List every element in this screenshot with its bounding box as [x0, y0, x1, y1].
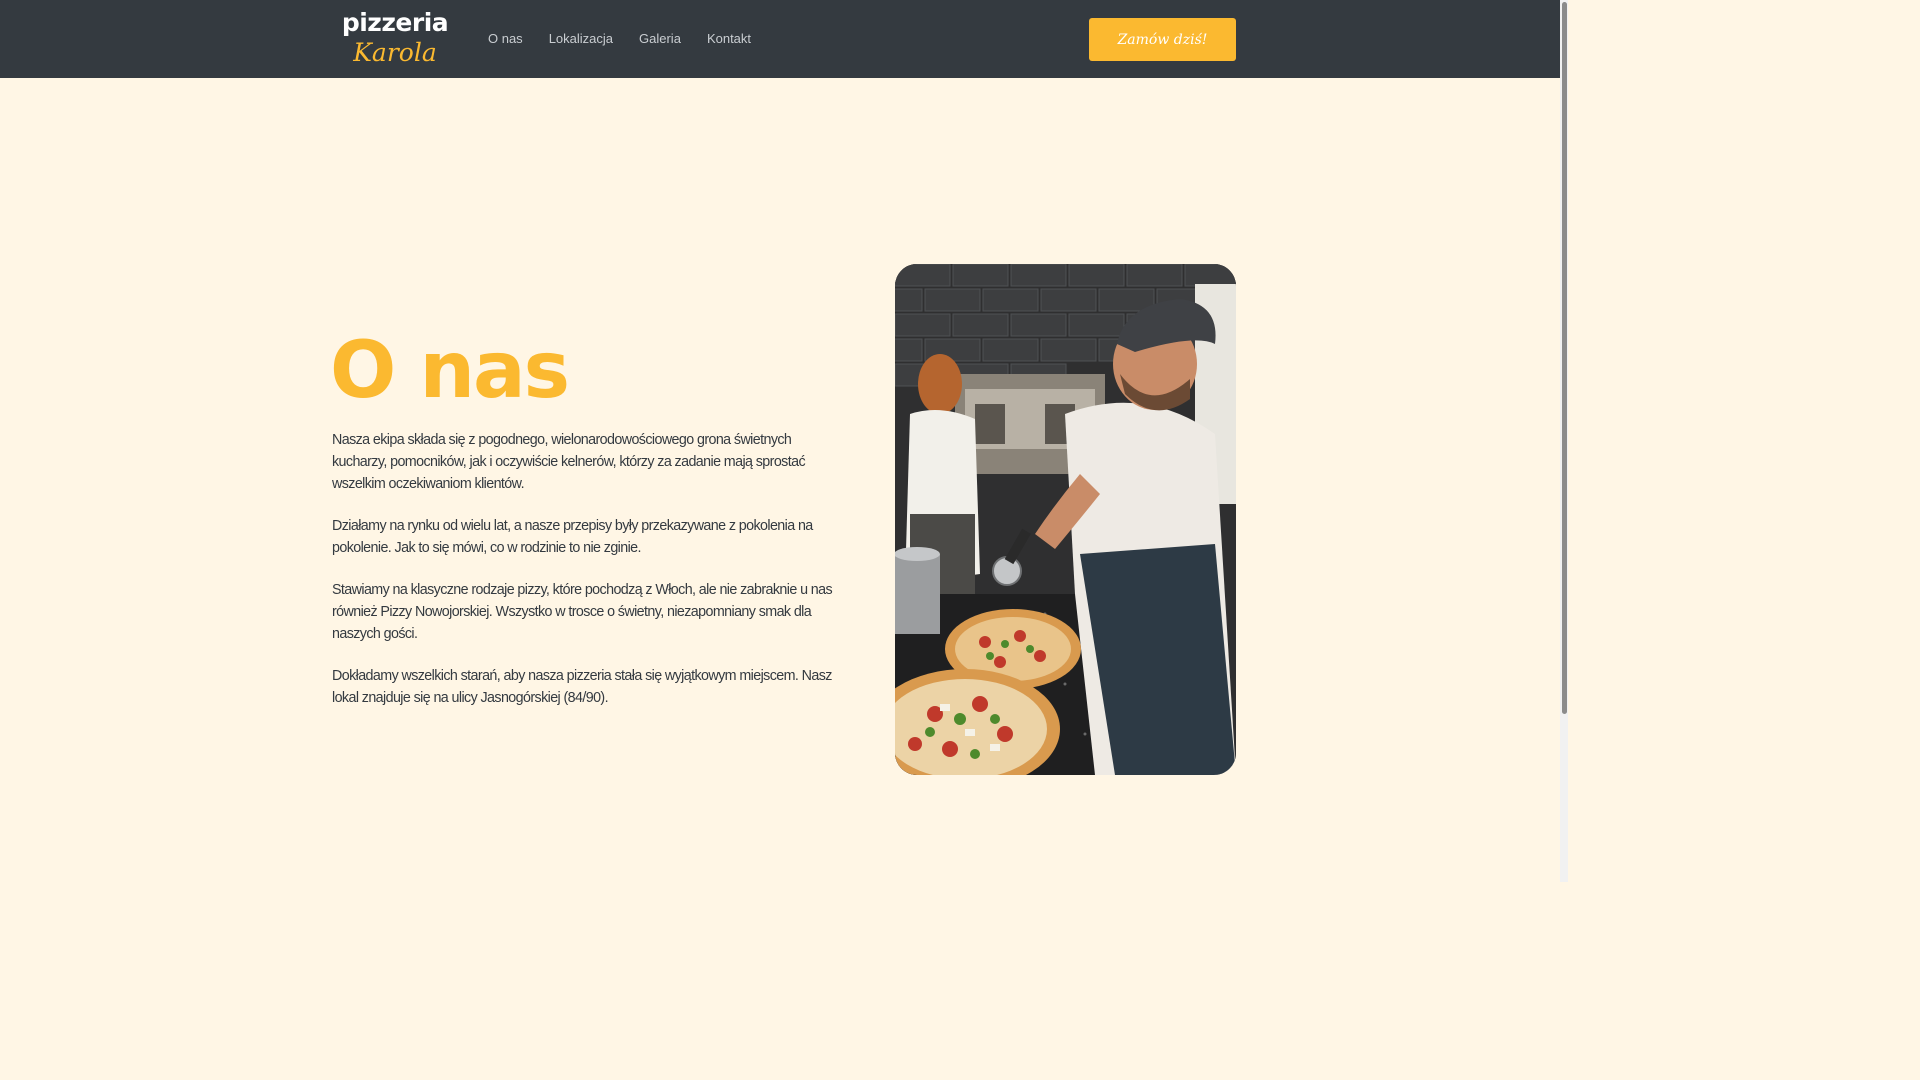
logo-line-1: pizzeria [341, 8, 449, 37]
scrollbar[interactable] [1560, 0, 1568, 882]
nav-link-o-nas[interactable]: O nas [475, 28, 536, 50]
order-button[interactable]: Zamów dziś! [1089, 18, 1236, 61]
logo[interactable]: pizzeria Karola [340, 8, 450, 70]
scrollbar-thumb[interactable] [1562, 2, 1567, 714]
top-navbar: pizzeria Karola O nas Lokalizacja Galeri… [0, 0, 1568, 78]
logo-line-2: Karola [353, 38, 437, 67]
about-paragraph: Działamy na rynku od wielu lat, a nasze … [332, 518, 813, 556]
about-paragraph: Stawiamy na klasyczne rodzaje pizzy, któ… [332, 582, 833, 642]
about-title: O nas [330, 326, 570, 416]
about-text: Nasza ekipa składa się z pogodnego, wiel… [332, 429, 847, 729]
chef-pizza-photo [895, 264, 1236, 775]
nav-link-galeria[interactable]: Galeria [626, 28, 694, 50]
nav-link-lokalizacja[interactable]: Lokalizacja [536, 28, 626, 50]
about-paragraph: Nasza ekipa składa się z pogodnego, wiel… [332, 432, 806, 492]
about-paragraph: Dokładamy wszelkich starań, aby nasza pi… [332, 668, 832, 706]
nav-link-kontakt[interactable]: Kontakt [694, 28, 764, 50]
main-nav: O nas Lokalizacja Galeria Kontakt [475, 28, 764, 50]
